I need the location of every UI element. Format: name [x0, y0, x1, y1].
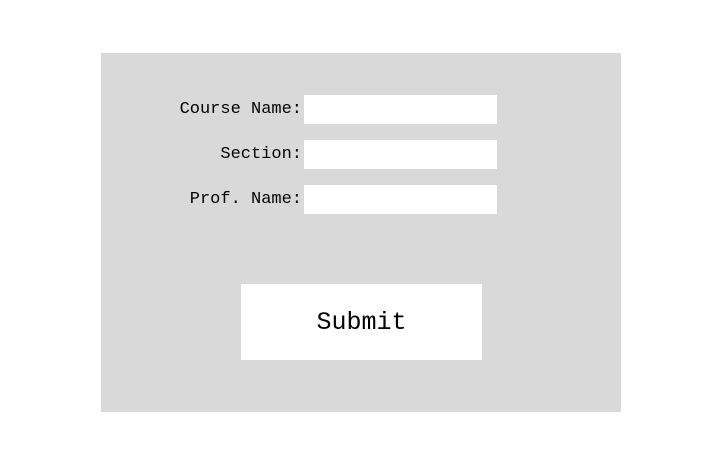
prof-name-input[interactable] [304, 185, 497, 214]
course-name-input[interactable] [304, 95, 497, 124]
section-label: Section: [220, 145, 302, 164]
course-name-row: Course Name: [101, 95, 621, 124]
section-input[interactable] [304, 140, 497, 169]
prof-name-label: Prof. Name: [189, 190, 302, 209]
submit-button[interactable]: Submit [241, 284, 482, 360]
course-form-panel: Course Name: Section: Prof. Name: Submit [101, 53, 621, 412]
prof-name-row: Prof. Name: [101, 185, 621, 214]
course-name-label: Course Name: [179, 100, 302, 119]
section-row: Section: [101, 140, 621, 169]
